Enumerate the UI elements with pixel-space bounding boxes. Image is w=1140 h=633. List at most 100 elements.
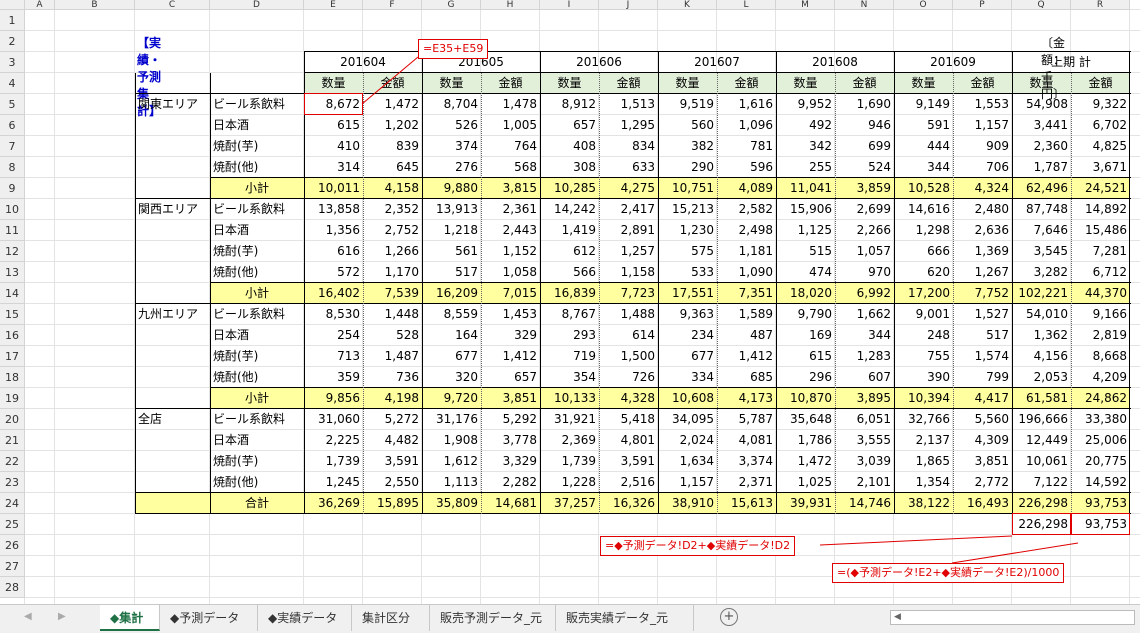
row-header[interactable]: 1 (0, 10, 25, 31)
value-cell[interactable]: 8,704 (422, 94, 481, 115)
value-cell[interactable]: 2,891 (599, 220, 658, 241)
value-cell[interactable]: 657 (481, 367, 540, 388)
value-cell[interactable]: 3,282 (1012, 262, 1071, 283)
subtotal-label[interactable]: 小計 (210, 388, 304, 409)
column-header[interactable]: R (1071, 0, 1130, 10)
row-header[interactable]: 26 (0, 535, 25, 556)
value-cell[interactable]: 1,057 (835, 241, 894, 262)
subtotal-cell[interactable]: 10,133 (540, 388, 599, 409)
row-header[interactable]: 16 (0, 325, 25, 346)
value-cell[interactable]: 1,453 (481, 304, 540, 325)
sheet-tab[interactable]: ◆集計 (100, 605, 160, 631)
value-cell[interactable]: 2,819 (1071, 325, 1130, 346)
value-cell[interactable]: 444 (894, 136, 953, 157)
value-cell[interactable]: 9,149 (894, 94, 953, 115)
value-cell[interactable]: 615 (776, 346, 835, 367)
value-cell[interactable]: 2,369 (540, 430, 599, 451)
value-cell[interactable]: 169 (776, 325, 835, 346)
value-cell[interactable]: 15,486 (1071, 220, 1130, 241)
value-cell[interactable]: 1,245 (304, 472, 363, 493)
value-cell[interactable]: 568 (481, 157, 540, 178)
value-cell[interactable]: 1,662 (835, 304, 894, 325)
value-cell[interactable]: 2,443 (481, 220, 540, 241)
value-cell[interactable]: 645 (363, 157, 422, 178)
value-cell[interactable]: 736 (363, 367, 422, 388)
prev-sheet-icon[interactable]: ◀ (24, 611, 32, 622)
select-all-corner[interactable] (0, 0, 25, 10)
value-cell[interactable]: 2,752 (363, 220, 422, 241)
row-header[interactable]: 9 (0, 178, 25, 199)
value-cell[interactable]: 1,158 (599, 262, 658, 283)
value-cell[interactable]: 234 (658, 325, 717, 346)
value-cell[interactable]: 614 (599, 325, 658, 346)
value-cell[interactable]: 9,001 (894, 304, 953, 325)
value-cell[interactable]: 2,360 (1012, 136, 1071, 157)
row-header[interactable]: 6 (0, 115, 25, 136)
product-label[interactable]: 焼酎(芋) (210, 241, 304, 262)
value-cell[interactable]: 1,025 (776, 472, 835, 493)
product-label[interactable]: ビール系飲料 (210, 409, 304, 430)
subtotal-cell[interactable]: 6,992 (835, 283, 894, 304)
value-cell[interactable]: 13,858 (304, 199, 363, 220)
qty-header[interactable]: 数量 (304, 73, 363, 94)
value-cell[interactable]: 9,363 (658, 304, 717, 325)
subtotal-cell[interactable]: 4,275 (599, 178, 658, 199)
value-cell[interactable]: 2,417 (599, 199, 658, 220)
value-cell[interactable]: 8,668 (1071, 346, 1130, 367)
value-cell[interactable]: 1,362 (1012, 325, 1071, 346)
subtotal-cell[interactable]: 10,285 (540, 178, 599, 199)
subtotal-cell[interactable]: 16,839 (540, 283, 599, 304)
row-header[interactable]: 21 (0, 430, 25, 451)
value-cell[interactable]: 2,498 (717, 220, 776, 241)
product-label[interactable]: 焼酎(他) (210, 472, 304, 493)
subtotal-cell[interactable]: 226,298 (1012, 493, 1071, 514)
subtotal-cell[interactable]: 10,751 (658, 178, 717, 199)
value-cell[interactable]: 6,051 (835, 409, 894, 430)
row-header[interactable]: 17 (0, 346, 25, 367)
value-cell[interactable]: 517 (953, 325, 1012, 346)
value-cell[interactable]: 10,061 (1012, 451, 1071, 472)
value-cell[interactable]: 2,516 (599, 472, 658, 493)
column-header[interactable]: M (776, 0, 835, 10)
row-header[interactable]: 10 (0, 199, 25, 220)
column-header[interactable]: L (717, 0, 776, 10)
value-cell[interactable]: 2,636 (953, 220, 1012, 241)
value-cell[interactable]: 1,354 (894, 472, 953, 493)
value-cell[interactable]: 31,176 (422, 409, 481, 430)
subtotal-cell[interactable]: 24,862 (1071, 388, 1130, 409)
product-label[interactable]: 日本酒 (210, 220, 304, 241)
value-cell[interactable]: 1,412 (481, 346, 540, 367)
value-cell[interactable]: 616 (304, 241, 363, 262)
value-cell[interactable]: 2,101 (835, 472, 894, 493)
value-cell[interactable]: 2,266 (835, 220, 894, 241)
value-cell[interactable]: 9,952 (776, 94, 835, 115)
value-cell[interactable]: 15,906 (776, 199, 835, 220)
product-label[interactable]: ビール系飲料 (210, 199, 304, 220)
period-header[interactable]: 201607 (658, 52, 776, 73)
value-cell[interactable]: 8,559 (422, 304, 481, 325)
row-header[interactable]: 8 (0, 157, 25, 178)
region-label[interactable]: 九州エリア (135, 304, 210, 325)
column-header[interactable]: N (835, 0, 894, 10)
region-label[interactable]: 全店 (135, 409, 210, 430)
subtotal-cell[interactable]: 10,011 (304, 178, 363, 199)
sheet-tab[interactable]: ◆実績データ (258, 605, 352, 631)
qty-header[interactable]: 数量 (776, 73, 835, 94)
value-cell[interactable]: 1,096 (717, 115, 776, 136)
value-cell[interactable]: 1,170 (363, 262, 422, 283)
value-cell[interactable]: 8,912 (540, 94, 599, 115)
value-cell[interactable]: 2,361 (481, 199, 540, 220)
subtotal-cell[interactable]: 9,720 (422, 388, 481, 409)
value-cell[interactable]: 561 (422, 241, 481, 262)
subtotal-cell[interactable]: 3,815 (481, 178, 540, 199)
row-header[interactable]: 18 (0, 367, 25, 388)
value-cell[interactable]: 8,767 (540, 304, 599, 325)
subtotal-cell[interactable]: 16,209 (422, 283, 481, 304)
subtotal-cell[interactable]: 7,752 (953, 283, 1012, 304)
product-label[interactable]: 焼酎(芋) (210, 451, 304, 472)
row-header[interactable]: 12 (0, 241, 25, 262)
value-cell[interactable]: 196,666 (1012, 409, 1071, 430)
subtotal-cell[interactable]: 4,158 (363, 178, 422, 199)
value-cell[interactable]: 9,322 (1071, 94, 1130, 115)
value-cell[interactable]: 560 (658, 115, 717, 136)
